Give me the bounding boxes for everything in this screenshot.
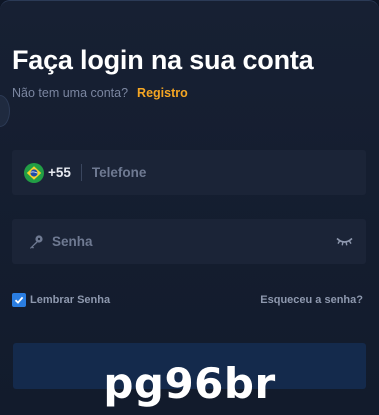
eye-closed-icon[interactable] [336, 236, 353, 247]
register-link[interactable]: Registro [137, 86, 188, 100]
register-prompt: Não tem uma conta? Registro [12, 86, 188, 100]
remember-checkbox[interactable] [12, 293, 26, 307]
key-icon [30, 234, 43, 249]
checkmark-icon [14, 296, 24, 304]
field-divider [80, 164, 82, 181]
login-panel: Faça login na sua conta Não tem uma cont… [0, 0, 379, 415]
side-tab [0, 95, 10, 127]
password-field[interactable] [12, 219, 366, 264]
phone-field[interactable]: +55 [12, 150, 366, 195]
phone-input[interactable] [91, 165, 312, 180]
remember-label: Lembrar Senha [30, 294, 111, 306]
brazil-flag-icon[interactable] [24, 162, 44, 183]
password-input[interactable] [52, 234, 312, 249]
forgot-password-link[interactable]: Esqueceu a senha? [260, 294, 363, 306]
watermark-text: pg96br [103, 359, 276, 408]
country-code[interactable]: +55 [48, 165, 71, 180]
no-account-text: Não tem uma conta? [12, 86, 129, 100]
remember-password[interactable]: Lembrar Senha [12, 293, 110, 307]
page-title: Faça login na sua conta [12, 45, 314, 75]
